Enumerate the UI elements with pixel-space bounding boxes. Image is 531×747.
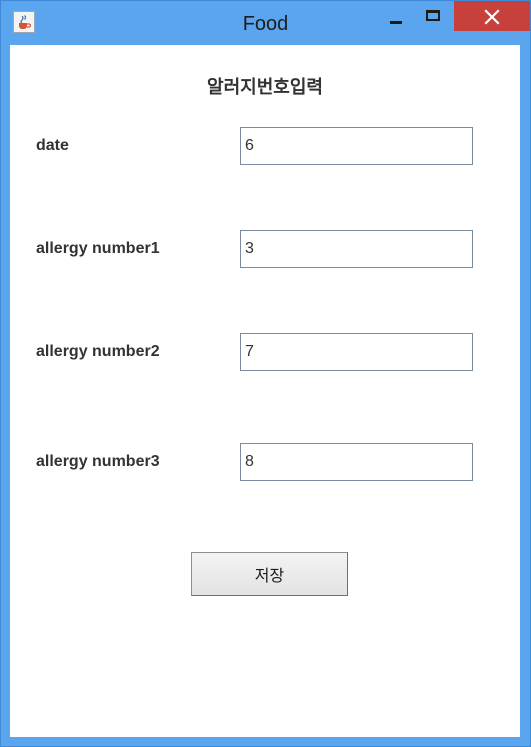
allergy-number2-label: allergy number2 <box>36 343 160 360</box>
close-icon[interactable] <box>454 1 530 31</box>
form-panel: 알러지번호입력 date allergy number1 allergy num… <box>10 45 520 737</box>
allergy-number3-label: allergy number3 <box>36 453 160 470</box>
application-window: Food 알러지번호입력 date allergy number1 allerg… <box>0 0 531 747</box>
allergy-number1-field[interactable] <box>240 230 473 268</box>
window-title: Food <box>242 13 289 35</box>
date-label: date <box>36 137 69 154</box>
date-field[interactable] <box>240 127 473 165</box>
allergy-number1-label: allergy number1 <box>36 240 160 257</box>
minimize-icon[interactable] <box>382 1 410 31</box>
allergy-number2-field[interactable] <box>240 333 473 371</box>
allergy-number3-field[interactable] <box>240 443 473 481</box>
form-heading: 알러지번호입력 <box>207 77 323 97</box>
maximize-icon[interactable] <box>419 1 447 31</box>
title-bar[interactable]: Food <box>1 1 530 45</box>
save-button[interactable]: 저장 <box>191 552 348 596</box>
